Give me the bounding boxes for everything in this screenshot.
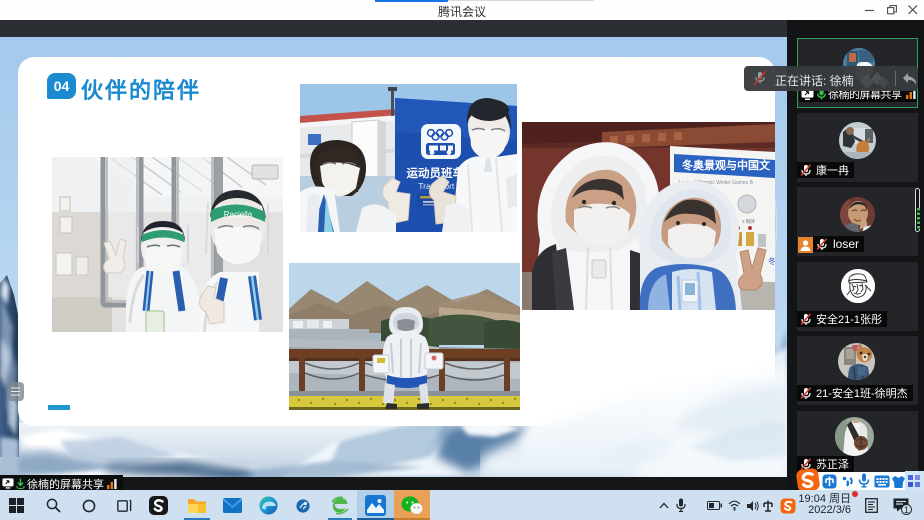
svg-text:冬奥景观与中国文: 冬奥景观与中国文 (682, 158, 771, 172)
svg-text:冬: 冬 (768, 256, 775, 266)
svg-text:3 铜牌: 3 铜牌 (742, 218, 755, 225)
svg-text:Raciella: Raciella (224, 210, 253, 219)
